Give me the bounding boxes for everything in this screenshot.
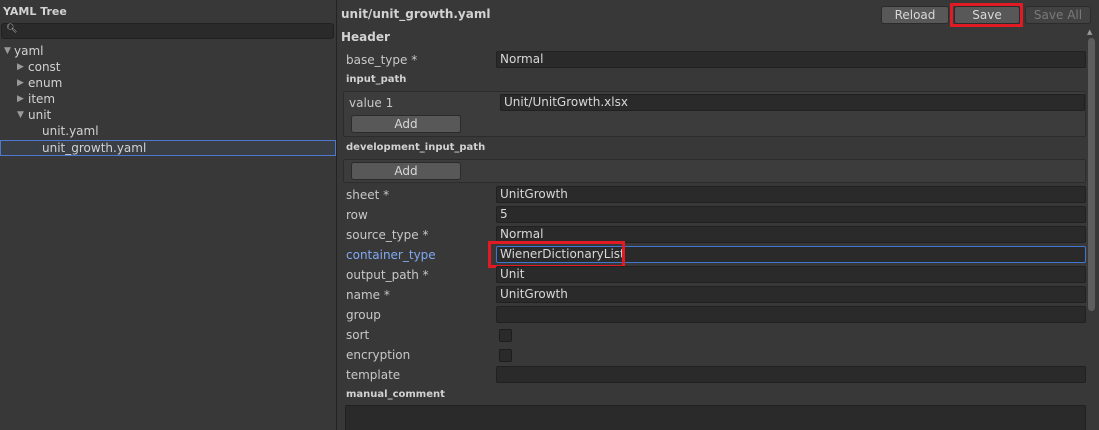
group-field[interactable] <box>496 306 1086 323</box>
output-path-label: output_path * <box>346 268 429 282</box>
tree-item-enum[interactable]: ▶ enum <box>0 76 336 92</box>
container-type-label: container_type <box>346 248 436 262</box>
input-path-item-field[interactable]: Unit/UnitGrowth.xlsx <box>500 94 1085 111</box>
container-type-highlight-box <box>488 241 625 268</box>
base-type-field[interactable]: Normal <box>496 51 1086 68</box>
tree-item-unit-growth-yaml[interactable]: unit_growth.yaml <box>0 140 336 156</box>
name-field[interactable]: UnitGrowth <box>496 286 1086 303</box>
sort-checkbox[interactable] <box>499 329 512 342</box>
input-path-item-label: value 1 <box>349 96 394 110</box>
template-field[interactable] <box>496 366 1086 383</box>
file-title: unit/unit_growth.yaml <box>341 7 491 21</box>
tree-item-unit[interactable]: ▼ unit <box>0 108 336 124</box>
encryption-label: encryption <box>346 348 411 362</box>
input-path-add-button[interactable]: Add <box>351 115 461 133</box>
tree-item-label: unit <box>28 108 52 122</box>
development-input-path-label: development_input_path <box>346 142 486 153</box>
section-header-title: Header <box>341 30 390 44</box>
save-highlight-box <box>950 3 1023 27</box>
tree-item-label: unit.yaml <box>42 124 99 138</box>
development-input-path-add-button[interactable]: Add <box>351 162 461 180</box>
triangle-down-icon[interactable]: ▼ <box>4 44 11 59</box>
tree-item-label: yaml <box>14 44 44 58</box>
tree-item-label: unit_growth.yaml <box>42 141 147 155</box>
template-label: template <box>346 368 401 382</box>
tree-item-const[interactable]: ▶ const <box>0 60 336 76</box>
save-all-button[interactable]: Save All <box>1025 6 1091 24</box>
tree-item-unit-yaml[interactable]: unit.yaml <box>0 124 336 140</box>
editor-panel: unit/unit_growth.yaml Reload Save Save A… <box>338 0 1099 430</box>
development-input-path-box: Add <box>343 159 1086 183</box>
tree-item-item[interactable]: ▶ item <box>0 92 336 108</box>
row-field[interactable]: 5 <box>496 206 1086 223</box>
scroll-up-icon[interactable]: ▲ <box>1087 28 1092 36</box>
tree-item-label: item <box>28 92 56 106</box>
encryption-checkbox[interactable] <box>499 349 512 362</box>
base-type-label: base_type * <box>346 53 418 67</box>
scrollbar-thumb[interactable] <box>1088 38 1095 311</box>
triangle-right-icon[interactable]: ▶ <box>17 92 24 107</box>
vertical-scrollbar[interactable]: ▲ <box>1087 28 1095 430</box>
name-label: name * <box>346 288 390 302</box>
tree-item-label: const <box>28 60 61 74</box>
search-icon: 🔍︎ <box>6 24 18 34</box>
input-path-label: input_path <box>346 74 407 85</box>
source-type-label: source_type * <box>346 228 429 242</box>
triangle-right-icon[interactable]: ▶ <box>17 76 24 91</box>
triangle-down-icon[interactable]: ▼ <box>17 108 24 123</box>
reload-button[interactable]: Reload <box>881 6 949 24</box>
group-label: group <box>346 308 381 322</box>
output-path-field[interactable]: Unit <box>496 266 1086 283</box>
tree-search-input[interactable]: 🔍︎ <box>1 23 334 39</box>
manual-comment-label: manual_comment <box>346 389 445 400</box>
input-path-box: value 1 Unit/UnitGrowth.xlsx Add <box>343 91 1086 137</box>
triangle-right-icon[interactable]: ▶ <box>17 60 24 75</box>
sheet-label: sheet * <box>346 188 390 202</box>
manual-comment-textarea[interactable] <box>345 405 1086 430</box>
row-label: row <box>346 208 368 222</box>
yaml-tree-panel: YAML Tree 🔍︎ ▼ yaml ▶ const ▶ enum ▶ ite… <box>0 0 337 430</box>
panel-title: YAML Tree <box>3 5 67 18</box>
tree-item-yaml[interactable]: ▼ yaml <box>0 44 336 60</box>
sort-label: sort <box>346 328 370 342</box>
tree-item-label: enum <box>28 76 63 90</box>
sheet-field[interactable]: UnitGrowth <box>496 186 1086 203</box>
